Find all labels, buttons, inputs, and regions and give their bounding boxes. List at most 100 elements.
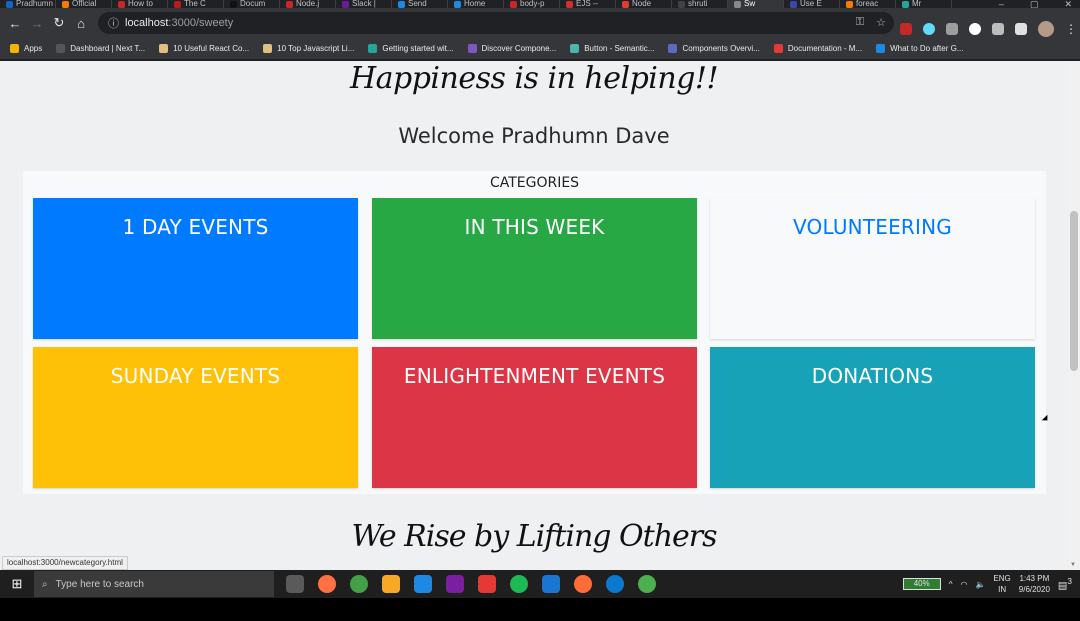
browser-tab[interactable]: EJS --	[560, 0, 616, 8]
onenote-icon[interactable]	[446, 575, 464, 593]
taskbar-search[interactable]: ⌕ Type here to search	[34, 571, 274, 597]
card-1-day-events[interactable]: 1 DAY EVENTS	[33, 198, 358, 339]
battery-indicator[interactable]: 40%	[902, 578, 941, 590]
tab-favicon-icon	[118, 0, 125, 8]
react-devtools-icon[interactable]	[923, 23, 935, 35]
browser-tab[interactable]: Mr	[896, 0, 952, 8]
close-icon[interactable]: ✕	[1064, 0, 1072, 9]
clock[interactable]: 1:43 PM 9/6/2020	[1019, 573, 1050, 595]
menu-icon[interactable]: ⋮	[1065, 22, 1077, 36]
bookmark-item[interactable]: Apps	[10, 44, 42, 53]
home-icon[interactable]: ⌂	[70, 16, 92, 31]
windows-taskbar: ⊞ ⌕ Type here to search 40% ^ ◠ 🔈 ENG IN…	[0, 570, 1080, 598]
browser-tab[interactable]: Node.j	[280, 0, 336, 8]
bookmark-label: Apps	[24, 44, 43, 53]
bookmark-item[interactable]: Documentation - M...	[773, 44, 863, 53]
bookmark-item[interactable]: What to Do after G...	[876, 44, 963, 53]
tab-label: Node	[632, 0, 652, 8]
url-host: localhost	[125, 17, 169, 29]
notification-count: 3	[1067, 576, 1072, 587]
browser-tab[interactable]: How to	[112, 0, 168, 8]
network-icon[interactable]: ◠	[960, 580, 967, 589]
forward-icon[interactable]: →	[26, 16, 48, 31]
tab-favicon-icon	[62, 0, 69, 8]
postman-icon[interactable]	[574, 575, 592, 593]
page-scrollbar[interactable]: ▼	[1068, 61, 1080, 570]
windows-start-icon[interactable]: ⊞	[0, 570, 34, 598]
back-icon[interactable]: ←	[4, 16, 26, 31]
card-volunteering[interactable]: VOLUNTEERING	[710, 198, 1035, 339]
search-placeholder: Type here to search	[55, 578, 144, 590]
card-enlightenment-events[interactable]: ENLIGHTENMENT EVENTS	[372, 347, 697, 488]
welcome-heading: Welcome Pradhumn Dave	[398, 124, 670, 148]
tab-label: Send	[408, 0, 427, 8]
browser-tab[interactable]: Home	[448, 0, 504, 8]
date-label: 9/6/2020	[1018, 585, 1050, 594]
browser-tab[interactable]: Docum	[224, 0, 280, 8]
browser-tab[interactable]: Official	[56, 0, 112, 8]
scrollbar-thumb[interactable]	[1070, 211, 1078, 371]
profile-avatar[interactable]	[1038, 21, 1054, 37]
browser-tab[interactable]: Pradhumn	[0, 0, 56, 8]
mail-icon[interactable]	[414, 575, 432, 593]
bookmark-label: What to Do after G...	[890, 44, 964, 53]
reload-icon[interactable]: ↻	[48, 15, 70, 31]
puzzle-icon[interactable]	[1015, 23, 1027, 35]
card-label: 1 DAY EVENTS	[122, 215, 269, 239]
card-sunday-events[interactable]: SUNDAY EVENTS	[33, 347, 358, 488]
language-indicator[interactable]: ENG IN	[993, 573, 1010, 595]
system-tray: 40% ^ ◠ 🔈 ENG IN 1:43 PM 9/6/2020 ▤3	[902, 570, 1080, 598]
bookmark-label: Documentation - M...	[787, 44, 863, 53]
card-donations[interactable]: DONATIONS	[710, 347, 1035, 488]
chrome-icon[interactable]	[350, 575, 368, 593]
minimize-icon[interactable]: –	[999, 0, 1004, 9]
circle-extension-icon[interactable]	[969, 23, 981, 35]
notification-center-icon[interactable]: ▤3	[1058, 576, 1072, 591]
card-in-this-week[interactable]: IN THIS WEEK	[372, 198, 697, 339]
edge-icon[interactable]	[606, 575, 624, 593]
file-explorer-icon[interactable]	[382, 575, 400, 593]
volume-icon[interactable]: 🔈	[975, 580, 985, 589]
tab-favicon-icon	[566, 0, 573, 8]
pdf-extension-icon[interactable]	[900, 23, 912, 35]
mongodb-icon[interactable]	[638, 575, 656, 593]
browser-tab[interactable]: The C	[168, 0, 224, 8]
browser-tab[interactable]: Sw	[728, 0, 784, 8]
key-icon[interactable]: ⚿	[856, 16, 864, 29]
card-label: IN THIS WEEK	[464, 215, 605, 239]
tab-label: Home	[464, 0, 486, 8]
address-bar[interactable]: ⓘ localhost:3000/sweety ⚿ ☆	[98, 12, 894, 34]
scroll-down-arrow-icon[interactable]: ▼	[1070, 562, 1076, 568]
bookmarks-bar: Apps Dashboard | Next T... 10 Useful React…	[0, 38, 1080, 60]
wifi-extension-icon[interactable]	[992, 23, 1004, 35]
browser-tab[interactable]: foreac	[840, 0, 896, 8]
tab-label: Mr	[912, 0, 922, 8]
bookmark-item[interactable]: Discover Compone...	[467, 44, 556, 53]
browser-tab[interactable]: Use E	[784, 0, 840, 8]
browser-tab[interactable]: body-p	[504, 0, 560, 8]
spotify-icon[interactable]	[510, 575, 528, 593]
firefox-icon[interactable]	[318, 575, 336, 593]
bookmark-label: 10 Useful React Co...	[173, 44, 250, 53]
card-label: SUNDAY EVENTS	[110, 364, 281, 388]
browser-tab[interactable]: Send	[392, 0, 448, 8]
tab-favicon-icon	[734, 0, 741, 8]
formula-extension-icon[interactable]	[946, 23, 958, 35]
bookmark-item[interactable]: 10 Top Javascript Li...	[263, 44, 354, 53]
bookmark-item[interactable]: Dashboard | Next T...	[56, 44, 145, 53]
bookmark-item[interactable]: 10 Useful React Co...	[159, 44, 249, 53]
vscode-icon[interactable]	[542, 575, 560, 593]
browser-tab[interactable]: Node	[616, 0, 672, 8]
site-info-icon[interactable]: ⓘ	[108, 15, 119, 31]
bookmark-favicon-icon	[467, 44, 477, 53]
task-view-icon[interactable]	[286, 575, 304, 593]
browser-tab[interactable]: shruti	[672, 0, 728, 8]
bookmark-item[interactable]: Components Overvi...	[668, 44, 760, 53]
bookmark-item[interactable]: Getting started wit...	[368, 44, 454, 53]
maximize-icon[interactable]: ▢	[1030, 0, 1039, 9]
photos-icon[interactable]	[478, 575, 496, 593]
bookmark-item[interactable]: Button - Semantic...	[570, 44, 654, 53]
browser-tab[interactable]: Slack |	[336, 0, 392, 8]
bookmark-star-icon[interactable]: ☆	[876, 16, 886, 29]
tray-chevron-icon[interactable]: ^	[949, 580, 953, 589]
